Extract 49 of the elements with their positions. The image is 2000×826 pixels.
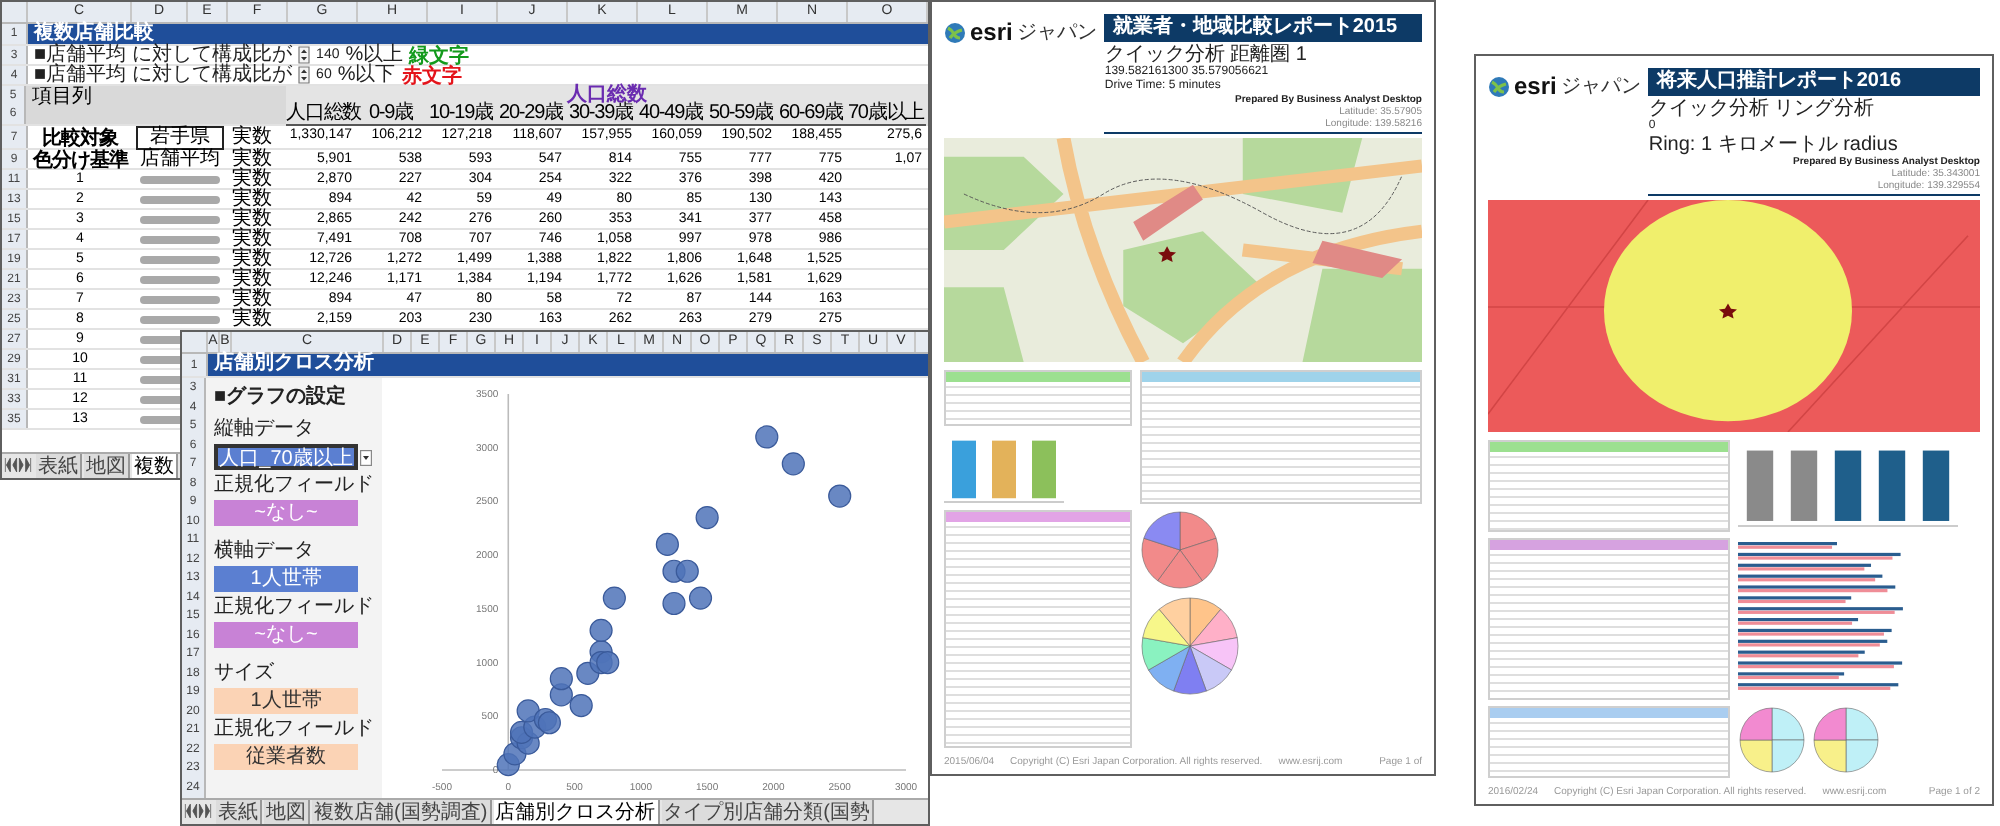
- rule-text: に対して構成比が: [132, 45, 293, 65]
- sheet-title: 複数店舗比較: [28, 24, 928, 44]
- settings-heading: ■グラフの設定: [214, 386, 349, 408]
- color-rule-word: 赤文字: [401, 64, 462, 89]
- row-label: 比較対象: [42, 124, 118, 149]
- logo-suffix: ジャパン: [1016, 20, 1097, 46]
- column-label: 70歳以上: [846, 104, 926, 126]
- report-title: 将来人口推計レポート2016: [1648, 68, 1980, 96]
- measure-label: 実数: [232, 249, 272, 269]
- field-label: 正規化フィールド: [214, 718, 374, 740]
- base-value: 店舗平均: [140, 149, 220, 169]
- report-info: クイック分析 リング分析: [1648, 98, 1877, 120]
- column-label: 50-59歳: [706, 104, 776, 126]
- report-info: Ring: 1 キロメートル radius: [1648, 134, 1898, 156]
- column-label: 40-49歳: [636, 104, 706, 126]
- logo-brand: esri: [970, 18, 1013, 46]
- section-label: 項目列: [32, 88, 92, 108]
- field-label: 正規化フィールド: [214, 474, 374, 496]
- row-label: 色分け基準: [32, 148, 128, 172]
- measure-label: 実数: [232, 309, 272, 329]
- field-group-label: サイズ: [214, 662, 276, 684]
- measure-label: 実数: [232, 149, 272, 169]
- report-info: クイック分析 距離圏 1: [1104, 44, 1307, 66]
- logo-suffix: ジャパン: [1560, 74, 1641, 100]
- color-rule-word: 緑文字: [409, 42, 470, 67]
- column-label: 20-29歳: [496, 104, 566, 126]
- rule-text: に対して構成比が: [132, 65, 293, 85]
- measure-label: 実数: [232, 127, 272, 147]
- logo-brand: esri: [1514, 72, 1557, 100]
- rule-label: ■店舗平均: [34, 65, 127, 85]
- threshold-unit: %以下: [337, 65, 396, 85]
- field-label: 正規化フィールド: [214, 596, 374, 618]
- threshold-unit: %以上: [345, 45, 404, 65]
- sheet-title: 店舗別クロス分析: [208, 354, 928, 376]
- measure-label: 実数: [232, 289, 272, 309]
- column-label: 10-19歳: [426, 104, 496, 126]
- measure-label: 実数: [232, 209, 272, 229]
- column-label: 60-69歳: [776, 104, 846, 126]
- measure-label: 実数: [232, 169, 272, 189]
- measure-label: 実数: [232, 269, 272, 289]
- measure-label: 実数: [232, 189, 272, 209]
- group-header: 人口総数: [564, 86, 647, 104]
- column-label: 30-39歳: [566, 104, 636, 126]
- field-group-label: 横軸データ: [214, 540, 316, 562]
- field-group-label: 縦軸データ: [214, 418, 316, 440]
- column-label: 人口総数: [286, 104, 356, 126]
- measure-label: 実数: [232, 229, 272, 249]
- report-title: 就業者・地域比較レポート2015: [1104, 14, 1422, 42]
- rule-label: ■店舗平均: [34, 45, 127, 65]
